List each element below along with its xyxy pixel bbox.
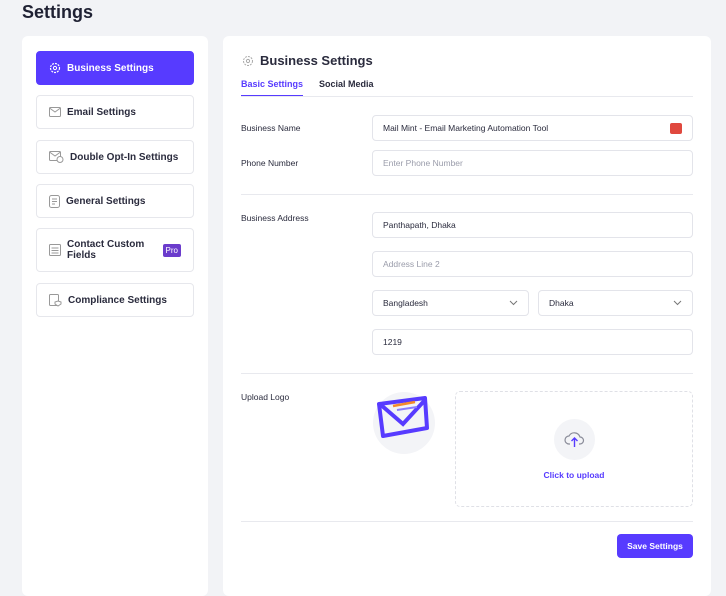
- chevron-down-icon: [509, 300, 518, 306]
- upload-icon-circle: [554, 419, 595, 460]
- password-manager-icon[interactable]: [670, 123, 682, 134]
- address-line-2-input[interactable]: Address Line 2: [372, 251, 693, 277]
- save-settings-button[interactable]: Save Settings: [617, 534, 693, 558]
- phone-number-label: Phone Number: [241, 158, 299, 168]
- form-icon: [49, 244, 61, 256]
- phone-number-input[interactable]: Enter Phone Number: [372, 150, 693, 176]
- click-to-upload-link[interactable]: Click to upload: [456, 470, 692, 480]
- cloud-upload-icon: [564, 432, 585, 447]
- address-line-1-input[interactable]: Panthapath, Dhaka: [372, 212, 693, 238]
- envelope-icon: [49, 107, 61, 117]
- document-shield-icon: [49, 293, 62, 307]
- document-icon: [49, 194, 60, 208]
- zip-code-input[interactable]: 1219: [372, 329, 693, 355]
- city-select[interactable]: Dhaka: [538, 290, 693, 316]
- panel-title: Business Settings: [260, 53, 373, 68]
- tab-social-media[interactable]: Social Media: [319, 79, 374, 89]
- business-settings-panel: Business Settings Basic Settings Social …: [223, 36, 711, 596]
- business-name-label: Business Name: [241, 123, 301, 133]
- envelope-check-icon: [49, 151, 64, 163]
- upload-logo-label: Upload Logo: [241, 392, 290, 402]
- chevron-down-icon: [673, 300, 682, 306]
- sidebar-item-double-opt-in-settings[interactable]: Double Opt-In Settings: [36, 140, 194, 174]
- settings-sidebar: Business Settings Email Settings Double …: [22, 36, 208, 596]
- business-name-input[interactable]: Mail Mint - Email Marketing Automation T…: [372, 115, 693, 141]
- sidebar-item-email-settings[interactable]: Email Settings: [36, 95, 194, 129]
- business-address-label: Business Address: [241, 213, 309, 223]
- pro-badge: Pro: [162, 243, 181, 257]
- sidebar-item-contact-custom-fields[interactable]: Contact Custom Fields Pro: [36, 228, 194, 272]
- tab-basic-settings[interactable]: Basic Settings: [241, 79, 304, 97]
- country-select[interactable]: Bangladesh: [372, 290, 529, 316]
- sidebar-item-general-settings[interactable]: General Settings: [36, 184, 194, 218]
- gear-icon: [49, 62, 61, 74]
- sidebar-item-business-settings[interactable]: Business Settings: [36, 51, 194, 85]
- logo-preview: [373, 392, 435, 454]
- sidebar-item-compliance-settings[interactable]: Compliance Settings: [36, 283, 194, 317]
- page-title: Settings: [22, 2, 94, 22]
- logo-dropzone[interactable]: Click to upload: [455, 391, 693, 507]
- mail-mint-logo: [377, 396, 429, 438]
- gear-icon: [243, 56, 253, 66]
